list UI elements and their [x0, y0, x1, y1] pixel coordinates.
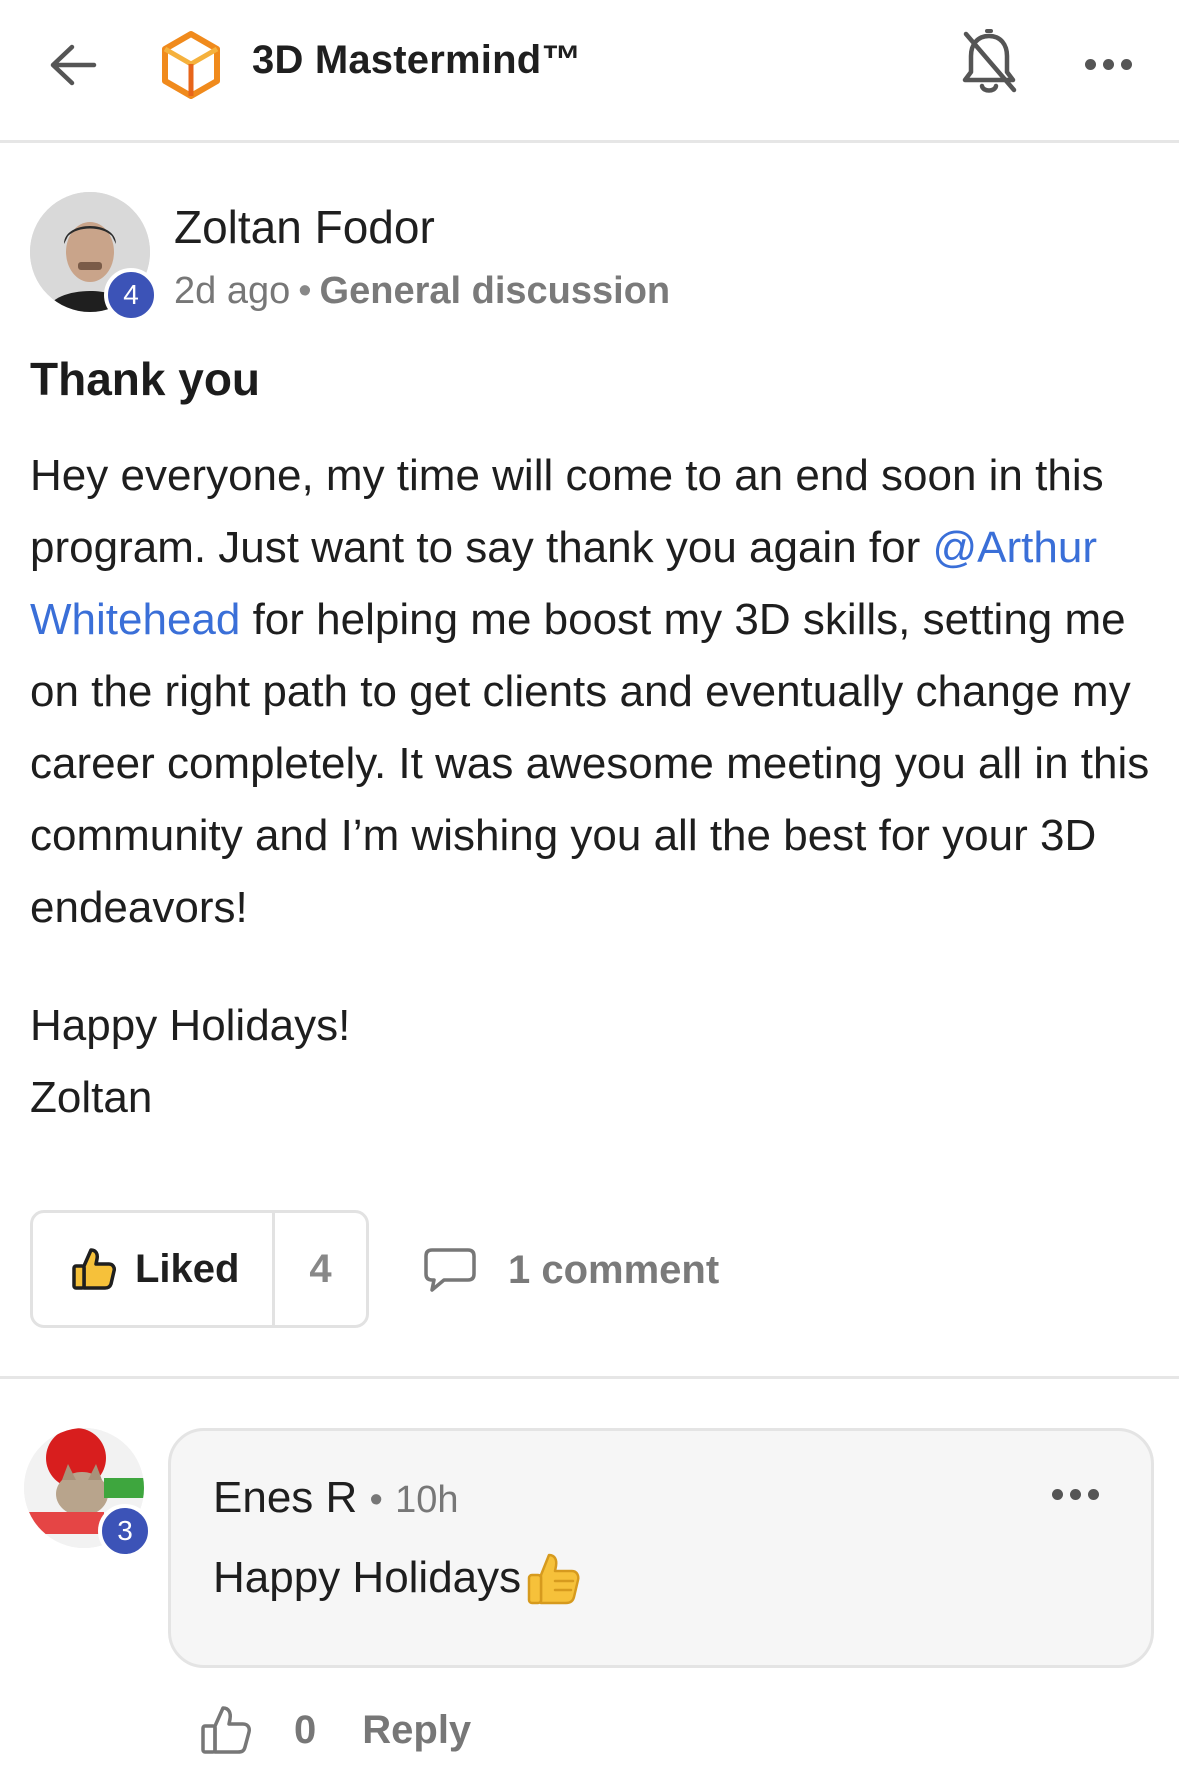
thumbs-up-emoji-icon: [527, 1553, 580, 1605]
section-divider: [0, 1376, 1179, 1379]
comments-button[interactable]: 1 comment: [422, 1240, 719, 1300]
back-button[interactable]: [40, 32, 106, 98]
community-title: 3D Mastermind™: [252, 38, 582, 82]
like-label: Liked: [135, 1246, 240, 1291]
meta-separator: •: [298, 270, 312, 312]
more-dot: [1120, 58, 1132, 70]
comment-text: Happy Holidays: [213, 1549, 583, 1607]
more-horizontal-icon: [1084, 58, 1096, 70]
thumbs-up-outline-icon[interactable]: [200, 1704, 252, 1756]
comment-actions: 0 Reply: [200, 1700, 471, 1760]
closing-signature: Zoltan: [30, 1073, 153, 1122]
post-author-name[interactable]: Zoltan Fodor: [174, 200, 435, 254]
more-dot: [1070, 1489, 1081, 1500]
comment-bubble-icon: [424, 1248, 476, 1292]
post-closing: Happy Holidays! Zoltan: [30, 990, 350, 1134]
comment-separator: •: [369, 1479, 383, 1521]
like-count[interactable]: 4: [275, 1213, 366, 1325]
post-body-text: for helping me boost my 3D skills, setti…: [30, 595, 1150, 932]
thumbs-up-icon: [72, 1248, 116, 1290]
closing-greeting: Happy Holidays!: [30, 1001, 351, 1050]
more-dot: [1102, 58, 1114, 70]
top-app-bar: 3D Mastermind™: [0, 0, 1179, 143]
post-title: Thank you: [30, 353, 261, 405]
reply-button[interactable]: Reply: [362, 1708, 471, 1753]
author-level-badge: 4: [104, 268, 158, 322]
commenter-name[interactable]: Enes R: [213, 1473, 357, 1522]
more-options-button[interactable]: [1078, 46, 1138, 82]
comment-like-count: 0: [294, 1707, 317, 1752]
arrow-left-icon: [50, 44, 97, 86]
bell-off-icon: [962, 29, 1017, 93]
comment-more-button[interactable]: [1052, 1489, 1099, 1500]
comment-time: 10h: [395, 1479, 459, 1521]
hexagon-logo-icon: [160, 30, 222, 100]
more-dot: [1088, 1489, 1099, 1500]
post-meta: 2d ago • General discussion: [174, 270, 670, 313]
like-button[interactable]: Liked: [33, 1213, 275, 1325]
notifications-button[interactable]: [958, 28, 1020, 100]
commenter-level-badge: 3: [98, 1504, 152, 1558]
comment-header: Enes R • 10h: [213, 1473, 458, 1523]
post-category-link[interactable]: General discussion: [320, 270, 671, 312]
comment-body: Happy Holidays: [213, 1553, 522, 1602]
like-control: Liked 4: [30, 1210, 369, 1328]
more-horizontal-icon: [1052, 1489, 1063, 1500]
post-time: 2d ago: [174, 270, 291, 312]
post-body: Hey everyone, my time will come to an en…: [30, 440, 1155, 944]
comment-bubble: Enes R • 10h Happy Holidays: [168, 1428, 1154, 1668]
comment-count-label: 1 comment: [508, 1247, 720, 1292]
